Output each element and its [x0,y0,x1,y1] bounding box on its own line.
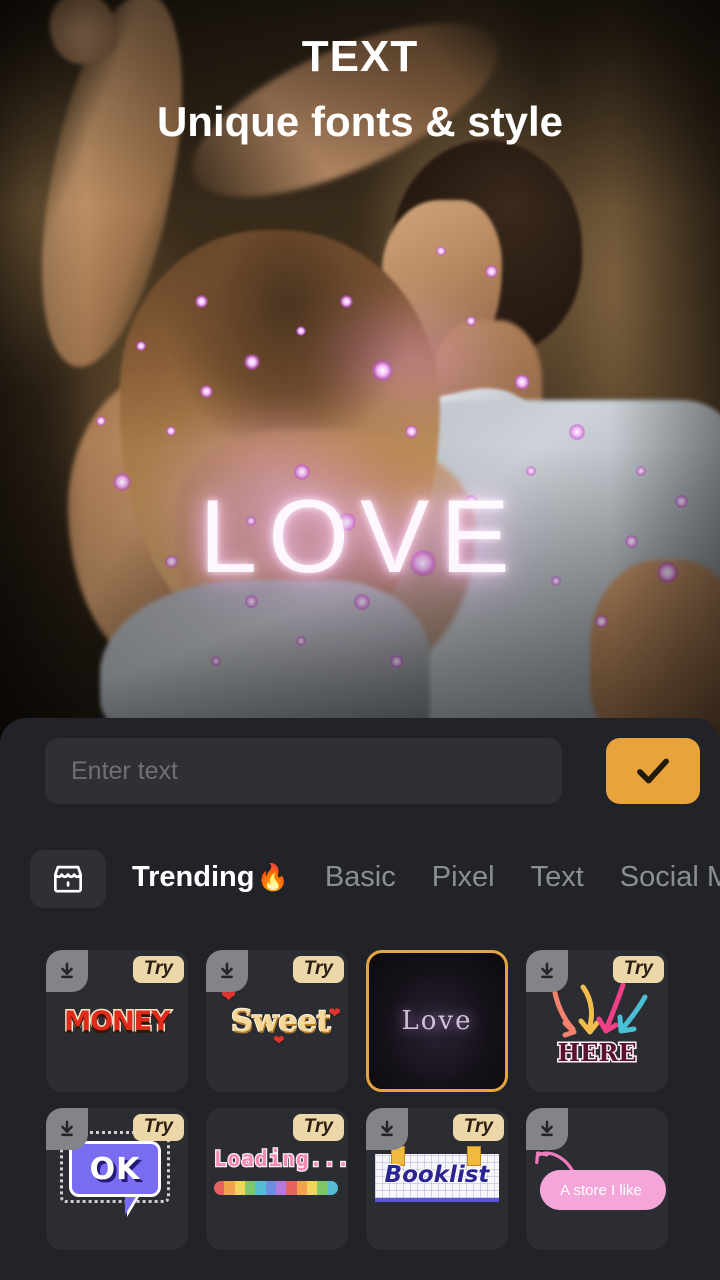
pink-pill: A store I like [543,1175,659,1205]
overlay-text-love[interactable]: LOVE [0,478,720,597]
text-input-row [0,738,720,808]
download-icon [381,1120,393,1137]
sticker-card-money[interactable]: MONEY Try [46,950,188,1092]
tab-label: Text [530,860,584,893]
sticker-text: Sweet [230,1003,332,1040]
tab-basic[interactable]: Basic [325,861,396,898]
tab-label: Pixel [431,860,495,893]
sticker-card-here[interactable]: HERE Try [526,950,668,1092]
tab-list: Trending 🔥 Basic Pixel Text Social M [132,861,720,898]
download-badge[interactable] [526,950,568,992]
app-screen: LOVE TEXT Unique fonts & style Trending🔥… [0,0,720,1280]
bubble-tail [125,1195,137,1215]
try-badge[interactable]: Try [292,1114,344,1141]
tab-label: Trending [132,860,255,893]
sticker-text: Booklist [384,1161,491,1189]
download-badge[interactable] [366,1108,408,1150]
tab-trending[interactable]: Trending 🔥 [132,861,289,898]
try-badge[interactable]: Try [132,1114,184,1141]
sticker-card-love[interactable]: Love [366,950,508,1092]
sticker-card-sweet[interactable]: ❤ ❤ ❤ Sweet Try [206,950,348,1092]
sticker-card-ok[interactable]: OK Try [46,1108,188,1250]
tab-pixel[interactable]: Pixel [432,861,495,898]
search-input[interactable] [45,738,562,804]
try-badge[interactable]: Try [292,956,344,983]
sticker-text: MONEY [63,1004,172,1038]
sticker-text: A store I like [560,1181,642,1199]
download-icon [61,962,73,979]
tab-text[interactable]: Text [531,861,584,898]
tab-social-m[interactable]: Social M [620,861,720,898]
download-icon [541,962,553,979]
download-badge[interactable] [46,1108,88,1150]
sticker-text: HERE [556,1037,638,1069]
try-badge[interactable]: Try [132,956,184,983]
sticker-text: Love [401,1006,473,1036]
try-badge[interactable]: Try [452,1114,504,1141]
sticker-card-loading[interactable]: Loading... Try [206,1108,348,1250]
check-icon [637,758,669,784]
sticker-text: Loading... [213,1146,348,1173]
store-icon [53,865,83,893]
download-icon [221,962,233,979]
sticker-card-booklist[interactable]: Booklist Try [366,1108,508,1250]
page-subtitle: Unique fonts & style [156,98,564,145]
page-title: TEXT [301,32,419,81]
try-badge[interactable]: Try [612,956,664,983]
tab-label: Basic [324,860,396,893]
fire-icon: 🔥 [256,861,289,892]
sticker-card-store[interactable]: A store I like [526,1108,668,1250]
sticker-art-love: Love [369,953,505,1089]
download-badge[interactable] [46,950,88,992]
confirm-button[interactable] [606,738,700,804]
progress-bar [214,1181,338,1195]
download-badge[interactable] [206,950,248,992]
tab-label: Social M [619,860,720,893]
photo-preview[interactable]: LOVE TEXT Unique fonts & style [0,0,720,740]
download-icon [61,1120,73,1137]
editor-panel: Trending🔥 Basic Pixel Text Social M MONEY Try… [0,718,720,1280]
store-button[interactable] [30,850,106,908]
speech-bubble: OK [69,1141,161,1197]
sticker-grid: MONEY Try ❤ ❤ ❤ Sweet Try Love HERE Try OK Try Loadi… [0,950,720,1250]
sticker-text: OK [89,1151,141,1187]
download-icon [541,1120,553,1137]
download-badge[interactable] [526,1108,568,1150]
category-tabbar: Trending 🔥 Basic Pixel Text Social M [0,846,720,912]
